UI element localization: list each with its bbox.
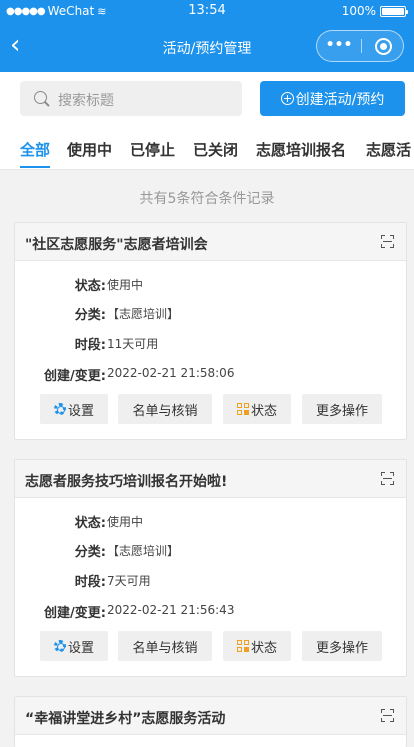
- top-bar: ●●●●● WeChat ≋ 13:54 100% ‹ 活动/预约管理 •••: [0, 0, 414, 72]
- settings-label: 设置: [67, 403, 94, 419]
- search-row: 搜索标题 创建活动/预约: [0, 72, 414, 126]
- more-actions-label: 更多操作: [315, 403, 368, 419]
- status-grid-icon: [236, 403, 249, 415]
- qrcode-icon[interactable]: [381, 472, 394, 485]
- card-header: 志愿者服务技巧培训报名开始啦!: [15, 460, 406, 498]
- more-menu-button[interactable]: •••: [317, 31, 361, 61]
- plus-circle-icon: [280, 92, 294, 105]
- status-bar: ●●●●● WeChat ≋ 13:54 100%: [0, 0, 414, 22]
- category-row: 分类: 【志愿培训】: [15, 304, 408, 324]
- status-label: 状态:: [74, 279, 106, 294]
- battery-percent: 100%: [341, 4, 376, 18]
- status-right: 100%: [341, 4, 408, 18]
- gear-icon: [53, 403, 66, 415]
- settings-button[interactable]: 设置: [40, 631, 108, 661]
- tab-all[interactable]: 全部: [20, 139, 50, 160]
- more-actions-label: 更多操作: [315, 640, 368, 656]
- search-input[interactable]: 搜索标题: [20, 81, 242, 116]
- period-row: 时段: 7天可用: [15, 571, 408, 591]
- category-label: 分类:: [74, 308, 106, 323]
- tab-volunteer-training[interactable]: 志愿培训报名: [256, 139, 346, 160]
- created-row: 创建/变更: 2022-02-21 21:58:06: [15, 365, 408, 385]
- filter-tabs: 全部 使用中 已停止 已关闭 志愿培训报名 志愿活: [0, 126, 414, 170]
- mini-program-capsule: •••: [316, 30, 404, 62]
- gear-icon: [53, 640, 66, 652]
- status-value: 使用中: [107, 515, 144, 529]
- status-button[interactable]: 状态: [223, 631, 291, 661]
- status-value: 使用中: [107, 278, 144, 292]
- create-activity-button[interactable]: 创建活动/预约: [260, 81, 405, 116]
- settings-label: 设置: [67, 640, 94, 656]
- created-value: 2022-02-21 21:58:06: [107, 366, 235, 380]
- category-row: 分类: 【志愿培训】: [15, 541, 408, 561]
- settings-button[interactable]: 设置: [40, 394, 108, 424]
- more-actions-button[interactable]: 更多操作: [302, 631, 382, 661]
- record-card: "社区志愿服务"志愿者培训会 状态: 使用中 分类: 【志愿培训】 时段: 11…: [14, 222, 407, 440]
- roster-button[interactable]: 名单与核销: [118, 631, 212, 661]
- status-button[interactable]: 状态: [223, 394, 291, 424]
- category-value: 【志愿培训】: [107, 544, 180, 558]
- created-label: 创建/变更:: [44, 369, 106, 384]
- result-count: 共有5条符合条件记录: [139, 191, 275, 207]
- record-card: “幸福讲堂进乡村”志愿服务活动: [14, 696, 407, 747]
- card-title: “幸福讲堂进乡村”志愿服务活动: [25, 711, 226, 727]
- created-value: 2022-02-21 21:56:43: [107, 603, 235, 617]
- status-button-label: 状态: [250, 640, 277, 656]
- close-circle-icon: [375, 38, 392, 55]
- search-icon: [34, 91, 47, 104]
- created-label: 创建/变更:: [44, 606, 106, 621]
- status-row: 状态: 使用中: [15, 512, 408, 532]
- record-card: 志愿者服务技巧培训报名开始啦! 状态: 使用中 分类: 【志愿培训】 时段: 7…: [14, 459, 407, 677]
- period-value: 7天可用: [107, 574, 151, 588]
- close-mini-program-button[interactable]: [362, 31, 404, 61]
- more-actions-button[interactable]: 更多操作: [302, 394, 382, 424]
- card-header: "社区志愿服务"志愿者培训会: [15, 223, 406, 261]
- category-value: 【志愿培训】: [107, 307, 180, 321]
- period-label: 时段:: [74, 338, 106, 353]
- period-value: 11天可用: [107, 337, 159, 351]
- search-placeholder: 搜索标题: [58, 93, 114, 109]
- status-label: 状态:: [74, 516, 106, 531]
- roster-label: 名单与核销: [132, 403, 198, 419]
- card-header: “幸福讲堂进乡村”志愿服务活动: [15, 697, 406, 735]
- roster-button[interactable]: 名单与核销: [118, 394, 212, 424]
- tab-closed[interactable]: 已关闭: [193, 139, 238, 160]
- battery-icon: [380, 5, 408, 17]
- status-row: 状态: 使用中: [15, 275, 408, 295]
- tab-stopped[interactable]: 已停止: [130, 139, 175, 160]
- category-label: 分类:: [74, 545, 106, 560]
- created-row: 创建/变更: 2022-02-21 21:56:43: [15, 602, 408, 622]
- active-tab-indicator: [20, 166, 50, 168]
- roster-label: 名单与核销: [132, 640, 198, 656]
- card-title: 志愿者服务技巧培训报名开始啦!: [25, 474, 228, 490]
- create-activity-label: 创建活动/预约: [295, 91, 385, 108]
- qrcode-icon[interactable]: [381, 709, 394, 722]
- period-label: 时段:: [74, 575, 106, 590]
- status-button-label: 状态: [250, 403, 277, 419]
- qrcode-icon[interactable]: [381, 235, 394, 248]
- tab-volunteer-activity[interactable]: 志愿活: [366, 139, 411, 160]
- card-title: "社区志愿服务"志愿者培训会: [25, 237, 208, 253]
- period-row: 时段: 11天可用: [15, 334, 408, 354]
- status-grid-icon: [236, 640, 249, 652]
- tab-in-use[interactable]: 使用中: [67, 139, 112, 160]
- nav-bar: ‹ 活动/预约管理 •••: [0, 22, 414, 72]
